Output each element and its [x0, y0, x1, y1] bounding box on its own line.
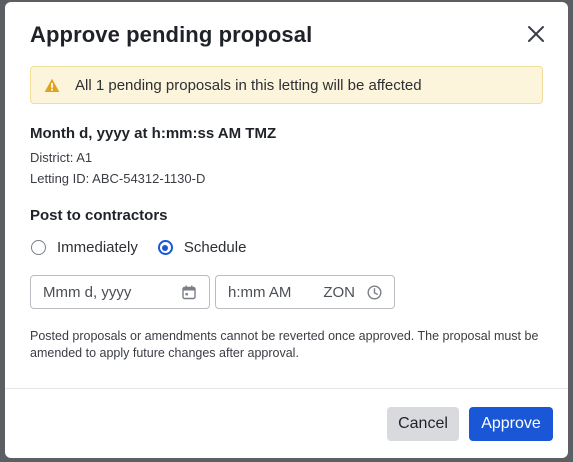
approve-button[interactable]: Approve — [469, 407, 553, 441]
schedule-time-input[interactable]: h:mm AM ZON — [215, 275, 395, 309]
post-timing-radio-group: Immediately Schedule — [31, 239, 266, 256]
calendar-icon[interactable] — [181, 284, 197, 300]
letting-details: Month d, yyyy at h:mm:ss AM TMZ District… — [30, 124, 276, 187]
close-button[interactable] — [524, 22, 548, 46]
dialog-title: Approve pending proposal — [30, 22, 313, 47]
cancel-button[interactable]: Cancel — [387, 407, 459, 441]
district-label: District: A1 — [30, 150, 93, 165]
clock-icon[interactable] — [366, 284, 382, 300]
radio-schedule-circle[interactable] — [157, 240, 173, 255]
radio-immediately-circle[interactable] — [31, 240, 46, 255]
dialog-header: Approve pending proposal — [30, 20, 548, 50]
post-to-contractors-label: Post to contractors — [30, 207, 168, 224]
approve-proposal-dialog: Approve pending proposal All 1 pending p… — [5, 2, 568, 458]
timezone-label: ZON — [323, 283, 355, 301]
close-icon — [528, 26, 544, 42]
warning-icon — [44, 77, 60, 93]
radio-schedule[interactable]: Schedule — [157, 239, 247, 256]
time-placeholder: h:mm AM — [228, 283, 292, 301]
footer-divider — [5, 388, 568, 389]
letting-id-label: Letting ID: ABC-54312-1130-D — [30, 171, 206, 186]
alert-message: All 1 pending proposals in this letting … — [75, 76, 422, 94]
date-placeholder: Mmm d, yyyy — [43, 283, 132, 301]
radio-schedule-label: Schedule — [183, 239, 247, 256]
letting-datetime: Month d, yyyy at h:mm:ss AM TMZ — [30, 125, 277, 142]
approval-help-text: Posted proposals or amendments cannot be… — [30, 329, 539, 360]
schedule-date-input[interactable]: Mmm d, yyyy — [30, 275, 210, 309]
radio-immediately[interactable]: Immediately — [31, 239, 138, 256]
radio-immediately-label: Immediately — [57, 239, 138, 256]
warning-alert: All 1 pending proposals in this letting … — [30, 66, 543, 104]
